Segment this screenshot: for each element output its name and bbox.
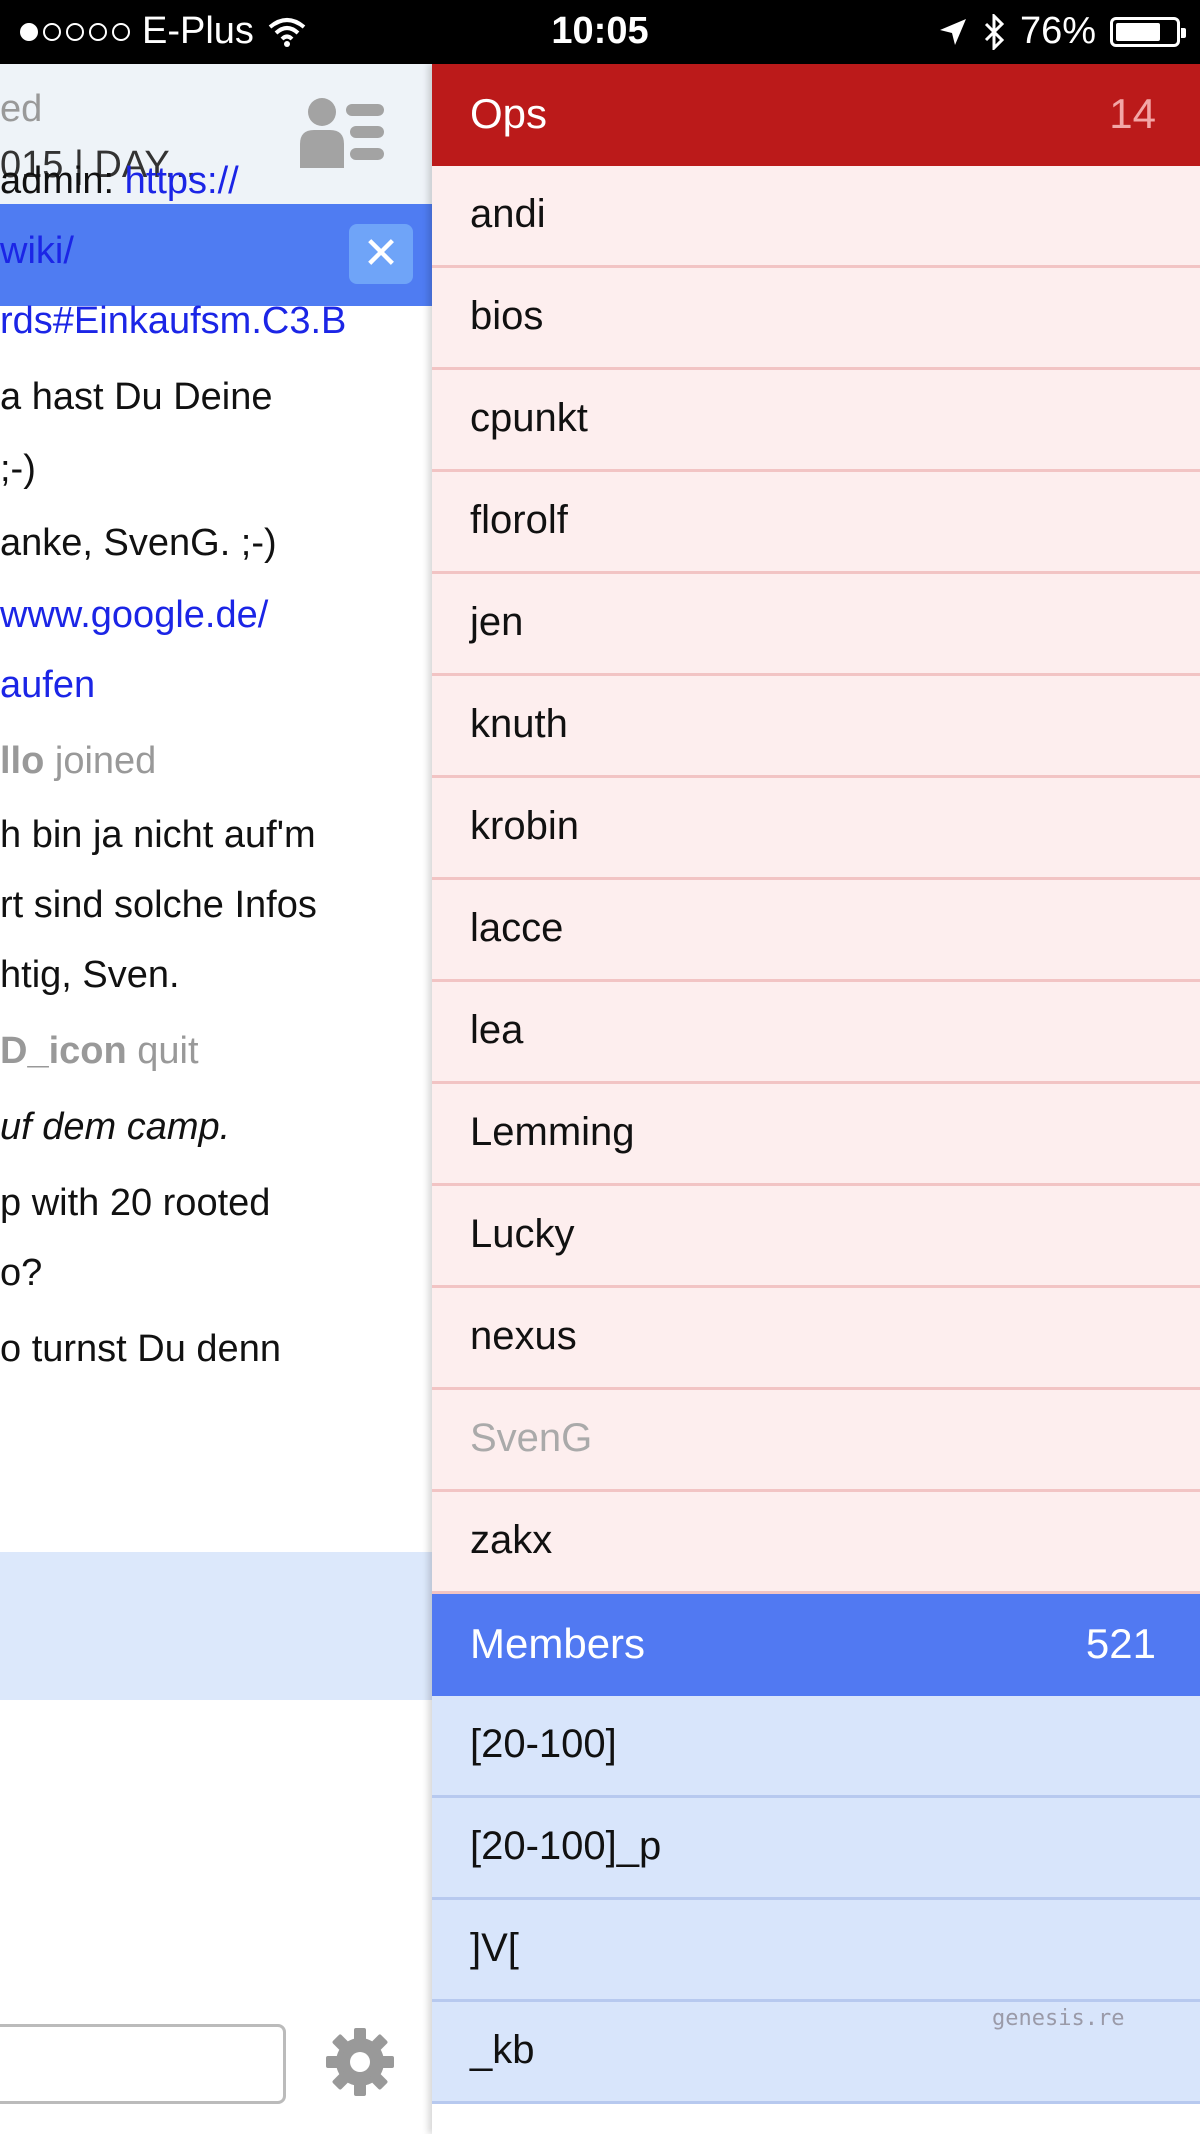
chat-line: a hast Du Deine <box>0 376 273 419</box>
message-text: rt sind solche Infos <box>0 884 317 926</box>
message-text: h bin ja nicht auf'm <box>0 814 316 856</box>
op-user-row[interactable]: Lemming <box>432 1084 1200 1186</box>
message-link[interactable]: www.google.de/ <box>0 594 268 636</box>
chat-line: o turnst Du denn <box>0 1328 281 1371</box>
chat-line: rt sind solche Infos <box>0 884 317 927</box>
chat-line: admin: https:// <box>0 160 239 203</box>
user-list-icon[interactable] <box>300 96 384 168</box>
chat-line: h bin ja nicht auf'm <box>0 814 316 857</box>
user-name: Lemming <box>470 1110 635 1154</box>
op-user-row[interactable]: florolf <box>432 472 1200 574</box>
battery-percent: 76% <box>1019 10 1096 52</box>
member-user-row[interactable]: ]V[ <box>432 1900 1200 2002</box>
chat-panel: 015 | DAY... ✕ ed admin: https://wiki/rds… <box>0 64 432 2134</box>
user-name: [20-100] <box>470 1722 617 1766</box>
chat-line: wiki/ <box>0 230 74 273</box>
status-bar: E-Plus 10:05 76% <box>0 0 1200 64</box>
message-text: o? <box>0 1252 43 1294</box>
chat-line: o? <box>0 1252 42 1295</box>
op-user-row[interactable]: jen <box>432 574 1200 676</box>
chat-line: aufen <box>0 664 95 707</box>
user-name: _kb <box>470 2028 535 2072</box>
message-link[interactable]: rds#Einkaufsm.C3.B <box>0 300 346 342</box>
op-user-row[interactable]: zakx <box>432 1492 1200 1594</box>
nickname[interactable]: llo <box>0 740 44 782</box>
op-user-row[interactable]: bios <box>432 268 1200 370</box>
user-name: [20-100]_p <box>470 1824 662 1868</box>
chat-line: uf dem camp. <box>0 1106 230 1149</box>
ops-count: 14 <box>1109 90 1156 137</box>
message-text: admin: <box>0 160 125 202</box>
user-name: cpunkt <box>470 396 588 440</box>
bluetooth-icon <box>984 13 1005 50</box>
user-name: lacce <box>470 906 564 950</box>
message-text: uf dem camp. <box>0 1106 231 1148</box>
message-link[interactable]: wiki/ <box>0 230 74 272</box>
op-user-row[interactable]: nexus <box>432 1288 1200 1390</box>
message-link[interactable]: aufen <box>0 664 95 706</box>
message-input[interactable] <box>0 2024 286 2104</box>
chat-line: ;-) <box>0 448 36 491</box>
op-user-row[interactable]: lacce <box>432 880 1200 982</box>
nickname[interactable]: D_icon <box>0 1030 127 1072</box>
user-name: Lucky <box>470 1212 575 1256</box>
user-name: andi <box>470 192 546 236</box>
message-text: ed <box>0 88 43 130</box>
members-label: Members <box>470 1620 646 1667</box>
op-user-row[interactable]: cpunkt <box>432 370 1200 472</box>
member-user-row[interactable]: [20-100]_p <box>432 1798 1200 1900</box>
member-user-row[interactable]: [20-100] <box>432 1696 1200 1798</box>
watermark: genesis.re <box>992 2006 1125 2031</box>
user-name: nexus <box>470 1314 577 1358</box>
chat-line: ed <box>0 88 42 131</box>
user-name: knuth <box>470 702 568 746</box>
chat-line: anke, SvenG. ;-) <box>0 522 277 565</box>
user-name: jen <box>470 600 524 644</box>
message-link[interactable]: https:// <box>125 160 239 202</box>
op-user-row[interactable]: Lucky <box>432 1186 1200 1288</box>
message-text: p with 20 rooted <box>0 1182 271 1224</box>
members-section-header[interactable]: Members 521 <box>432 1594 1200 1696</box>
message-text: quit <box>126 1030 199 1072</box>
chat-line: llo joined <box>0 740 156 783</box>
op-user-row[interactable]: SvenG <box>432 1390 1200 1492</box>
user-list-panel: Ops 14 andi bios cpunkt florolf jen knuth krob… <box>432 64 1200 2134</box>
location-arrow-icon <box>939 18 966 45</box>
user-name: florolf <box>470 498 568 542</box>
user-name: zakx <box>470 1518 553 1562</box>
op-user-row[interactable]: knuth <box>432 676 1200 778</box>
user-name: krobin <box>470 804 579 848</box>
chat-line: htig, Sven. <box>0 954 180 997</box>
chat-line: www.google.de/ <box>0 594 268 637</box>
close-button[interactable]: ✕ <box>349 224 413 284</box>
message-text: htig, Sven. <box>0 954 180 996</box>
chat-line: D_icon quit <box>0 1030 199 1073</box>
gear-icon[interactable] <box>324 2026 396 2098</box>
message-text: joined <box>44 740 157 782</box>
highlighted-message <box>0 1552 432 1700</box>
ops-label: Ops <box>470 90 548 137</box>
op-user-row[interactable]: lea <box>432 982 1200 1084</box>
battery-icon <box>1110 16 1186 47</box>
chat-line: p with 20 rooted <box>0 1182 270 1225</box>
members-count: 521 <box>1085 1620 1156 1667</box>
op-user-row[interactable]: krobin <box>432 778 1200 880</box>
message-text: o turnst Du denn <box>0 1328 281 1370</box>
message-text: ;-) <box>0 448 36 490</box>
chat-line: rds#Einkaufsm.C3.B <box>0 300 346 343</box>
user-name: SvenG <box>470 1416 593 1460</box>
op-user-row[interactable]: andi <box>432 166 1200 268</box>
message-text: a hast Du Deine <box>0 376 273 418</box>
user-name: bios <box>470 294 544 338</box>
message-text: anke, SvenG. ;-) <box>0 522 277 564</box>
ops-section-header[interactable]: Ops 14 <box>432 64 1200 166</box>
user-name: lea <box>470 1008 524 1052</box>
user-name: ]V[ <box>470 1926 519 1970</box>
